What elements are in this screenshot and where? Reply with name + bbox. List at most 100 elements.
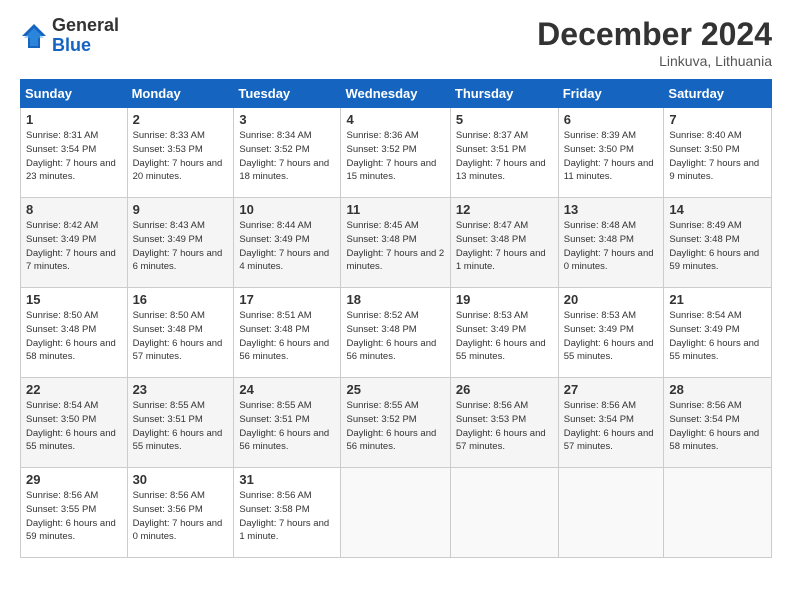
table-row: 18 Sunrise: 8:52 AM Sunset: 3:48 PM Dayl… [341,288,450,378]
day-info: Sunrise: 8:56 AM Sunset: 3:54 PM Dayligh… [564,399,659,454]
day-number: 30 [133,472,229,487]
day-number: 10 [239,202,335,217]
day-number: 27 [564,382,659,397]
col-wednesday: Wednesday [341,80,450,108]
day-number: 13 [564,202,659,217]
table-row: 31 Sunrise: 8:56 AM Sunset: 3:58 PM Dayl… [234,468,341,558]
day-number: 9 [133,202,229,217]
day-number: 14 [669,202,766,217]
day-info: Sunrise: 8:56 AM Sunset: 3:53 PM Dayligh… [456,399,553,454]
day-info: Sunrise: 8:45 AM Sunset: 3:48 PM Dayligh… [346,219,444,274]
day-info: Sunrise: 8:51 AM Sunset: 3:48 PM Dayligh… [239,309,335,364]
table-row: 21 Sunrise: 8:54 AM Sunset: 3:49 PM Dayl… [664,288,772,378]
table-row: 24 Sunrise: 8:55 AM Sunset: 3:51 PM Dayl… [234,378,341,468]
day-info: Sunrise: 8:37 AM Sunset: 3:51 PM Dayligh… [456,129,553,184]
title-block: December 2024 Linkuva, Lithuania [537,16,772,69]
col-tuesday: Tuesday [234,80,341,108]
month-title: December 2024 [537,16,772,53]
table-row: 16 Sunrise: 8:50 AM Sunset: 3:48 PM Dayl… [127,288,234,378]
table-row: 20 Sunrise: 8:53 AM Sunset: 3:49 PM Dayl… [558,288,664,378]
day-info: Sunrise: 8:55 AM Sunset: 3:52 PM Dayligh… [346,399,444,454]
table-row: 1 Sunrise: 8:31 AM Sunset: 3:54 PM Dayli… [21,108,128,198]
table-row: 9 Sunrise: 8:43 AM Sunset: 3:49 PM Dayli… [127,198,234,288]
day-info: Sunrise: 8:42 AM Sunset: 3:49 PM Dayligh… [26,219,122,274]
day-info: Sunrise: 8:52 AM Sunset: 3:48 PM Dayligh… [346,309,444,364]
day-number: 4 [346,112,444,127]
table-row: 12 Sunrise: 8:47 AM Sunset: 3:48 PM Dayl… [450,198,558,288]
day-info: Sunrise: 8:56 AM Sunset: 3:58 PM Dayligh… [239,489,335,544]
day-info: Sunrise: 8:53 AM Sunset: 3:49 PM Dayligh… [456,309,553,364]
table-row: 26 Sunrise: 8:56 AM Sunset: 3:53 PM Dayl… [450,378,558,468]
table-row: 27 Sunrise: 8:56 AM Sunset: 3:54 PM Dayl… [558,378,664,468]
table-row: 30 Sunrise: 8:56 AM Sunset: 3:56 PM Dayl… [127,468,234,558]
day-number: 17 [239,292,335,307]
table-row: 25 Sunrise: 8:55 AM Sunset: 3:52 PM Dayl… [341,378,450,468]
day-number: 12 [456,202,553,217]
day-number: 23 [133,382,229,397]
day-info: Sunrise: 8:36 AM Sunset: 3:52 PM Dayligh… [346,129,444,184]
calendar-header-row: Sunday Monday Tuesday Wednesday Thursday… [21,80,772,108]
col-thursday: Thursday [450,80,558,108]
table-row: 3 Sunrise: 8:34 AM Sunset: 3:52 PM Dayli… [234,108,341,198]
day-number: 29 [26,472,122,487]
header: General Blue December 2024 Linkuva, Lith… [20,16,772,69]
day-number: 7 [669,112,766,127]
table-row: 14 Sunrise: 8:49 AM Sunset: 3:48 PM Dayl… [664,198,772,288]
day-info: Sunrise: 8:33 AM Sunset: 3:53 PM Dayligh… [133,129,229,184]
day-number: 6 [564,112,659,127]
day-info: Sunrise: 8:54 AM Sunset: 3:49 PM Dayligh… [669,309,766,364]
day-info: Sunrise: 8:48 AM Sunset: 3:48 PM Dayligh… [564,219,659,274]
table-row: 29 Sunrise: 8:56 AM Sunset: 3:55 PM Dayl… [21,468,128,558]
day-info: Sunrise: 8:49 AM Sunset: 3:48 PM Dayligh… [669,219,766,274]
day-number: 3 [239,112,335,127]
day-number: 16 [133,292,229,307]
logo-blue-text: Blue [52,36,119,56]
table-row [558,468,664,558]
page: General Blue December 2024 Linkuva, Lith… [0,0,792,568]
day-info: Sunrise: 8:55 AM Sunset: 3:51 PM Dayligh… [239,399,335,454]
day-info: Sunrise: 8:55 AM Sunset: 3:51 PM Dayligh… [133,399,229,454]
table-row: 5 Sunrise: 8:37 AM Sunset: 3:51 PM Dayli… [450,108,558,198]
col-saturday: Saturday [664,80,772,108]
day-number: 5 [456,112,553,127]
table-row: 28 Sunrise: 8:56 AM Sunset: 3:54 PM Dayl… [664,378,772,468]
table-row: 11 Sunrise: 8:45 AM Sunset: 3:48 PM Dayl… [341,198,450,288]
day-info: Sunrise: 8:56 AM Sunset: 3:54 PM Dayligh… [669,399,766,454]
day-info: Sunrise: 8:39 AM Sunset: 3:50 PM Dayligh… [564,129,659,184]
table-row: 22 Sunrise: 8:54 AM Sunset: 3:50 PM Dayl… [21,378,128,468]
logo-text: General Blue [52,16,119,56]
logo-general-text: General [52,16,119,36]
day-info: Sunrise: 8:53 AM Sunset: 3:49 PM Dayligh… [564,309,659,364]
day-info: Sunrise: 8:34 AM Sunset: 3:52 PM Dayligh… [239,129,335,184]
table-row: 19 Sunrise: 8:53 AM Sunset: 3:49 PM Dayl… [450,288,558,378]
table-row: 13 Sunrise: 8:48 AM Sunset: 3:48 PM Dayl… [558,198,664,288]
day-info: Sunrise: 8:31 AM Sunset: 3:54 PM Dayligh… [26,129,122,184]
day-number: 19 [456,292,553,307]
table-row: 8 Sunrise: 8:42 AM Sunset: 3:49 PM Dayli… [21,198,128,288]
day-info: Sunrise: 8:50 AM Sunset: 3:48 PM Dayligh… [133,309,229,364]
day-info: Sunrise: 8:47 AM Sunset: 3:48 PM Dayligh… [456,219,553,274]
table-row: 17 Sunrise: 8:51 AM Sunset: 3:48 PM Dayl… [234,288,341,378]
day-number: 11 [346,202,444,217]
table-row: 2 Sunrise: 8:33 AM Sunset: 3:53 PM Dayli… [127,108,234,198]
day-number: 1 [26,112,122,127]
table-row: 4 Sunrise: 8:36 AM Sunset: 3:52 PM Dayli… [341,108,450,198]
table-row: 7 Sunrise: 8:40 AM Sunset: 3:50 PM Dayli… [664,108,772,198]
day-number: 24 [239,382,335,397]
location: Linkuva, Lithuania [537,53,772,69]
table-row: 15 Sunrise: 8:50 AM Sunset: 3:48 PM Dayl… [21,288,128,378]
day-number: 22 [26,382,122,397]
col-sunday: Sunday [21,80,128,108]
day-number: 8 [26,202,122,217]
logo-icon [20,22,48,50]
day-info: Sunrise: 8:56 AM Sunset: 3:56 PM Dayligh… [133,489,229,544]
logo: General Blue [20,16,119,56]
table-row: 23 Sunrise: 8:55 AM Sunset: 3:51 PM Dayl… [127,378,234,468]
day-info: Sunrise: 8:40 AM Sunset: 3:50 PM Dayligh… [669,129,766,184]
day-number: 28 [669,382,766,397]
col-monday: Monday [127,80,234,108]
day-info: Sunrise: 8:54 AM Sunset: 3:50 PM Dayligh… [26,399,122,454]
day-number: 18 [346,292,444,307]
col-friday: Friday [558,80,664,108]
day-number: 15 [26,292,122,307]
